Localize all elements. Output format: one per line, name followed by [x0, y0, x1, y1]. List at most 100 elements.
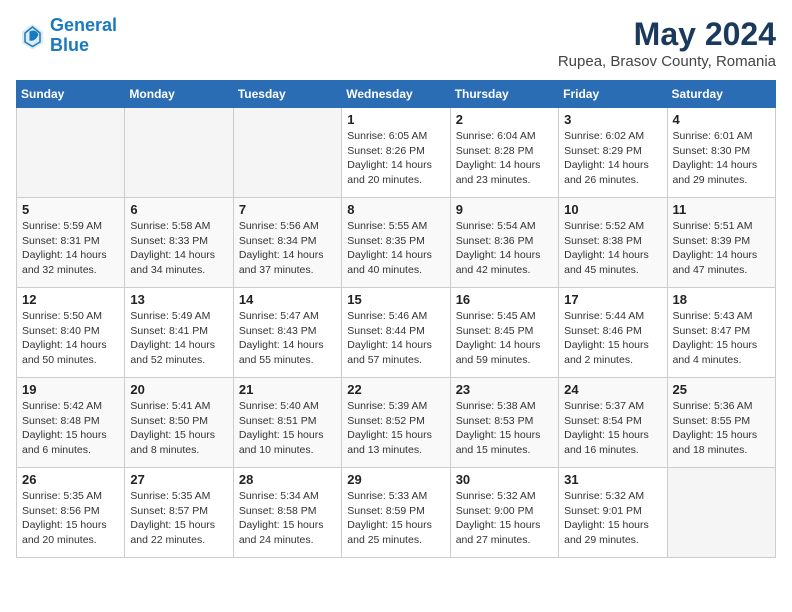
logo-icon	[16, 21, 46, 51]
day-info: Sunrise: 5:43 AM Sunset: 8:47 PM Dayligh…	[673, 309, 770, 368]
week-row-2: 5 Sunrise: 5:59 AM Sunset: 8:31 PM Daylig…	[17, 198, 776, 288]
day-13: 13 Sunrise: 5:49 AM Sunset: 8:41 PM Dayli…	[125, 288, 233, 378]
day-19: 19 Sunrise: 5:42 AM Sunset: 8:48 PM Dayli…	[17, 378, 125, 468]
weekday-header-row: SundayMondayTuesdayWednesdayThursdayFrid…	[17, 81, 776, 108]
day-info: Sunrise: 5:49 AM Sunset: 8:41 PM Dayligh…	[130, 309, 227, 368]
empty-day	[17, 108, 125, 198]
day-18: 18 Sunrise: 5:43 AM Sunset: 8:47 PM Dayli…	[667, 288, 775, 378]
day-number: 17	[564, 292, 661, 307]
day-number: 6	[130, 202, 227, 217]
day-number: 19	[22, 382, 119, 397]
day-4: 4Sunrise: 6:01 AM Sunset: 8:30 PM Daylig…	[667, 108, 775, 198]
day-number: 24	[564, 382, 661, 397]
week-row-1: 1Sunrise: 6:05 AM Sunset: 8:26 PM Daylig…	[17, 108, 776, 198]
day-info: Sunrise: 5:44 AM Sunset: 8:46 PM Dayligh…	[564, 309, 661, 368]
weekday-header-sunday: Sunday	[17, 81, 125, 108]
day-number: 1	[347, 112, 444, 127]
day-number: 4	[673, 112, 770, 127]
day-23: 23 Sunrise: 5:38 AM Sunset: 8:53 PM Dayli…	[450, 378, 558, 468]
calendar: SundayMondayTuesdayWednesdayThursdayFrid…	[16, 80, 776, 558]
day-number: 27	[130, 472, 227, 487]
title-section: May 2024 Rupea, Brasov County, Romania	[558, 16, 776, 70]
location: Rupea, Brasov County, Romania	[558, 53, 776, 70]
day-number: 26	[22, 472, 119, 487]
empty-day	[233, 108, 341, 198]
day-number: 22	[347, 382, 444, 397]
day-5: 5 Sunrise: 5:59 AM Sunset: 8:31 PM Daylig…	[17, 198, 125, 288]
day-number: 21	[239, 382, 336, 397]
day-number: 10	[564, 202, 661, 217]
day-29: 29 Sunrise: 5:33 AM Sunset: 8:59 PM Dayli…	[342, 468, 450, 558]
day-26: 26 Sunrise: 5:35 AM Sunset: 8:56 PM Dayli…	[17, 468, 125, 558]
weekday-header-friday: Friday	[559, 81, 667, 108]
day-info: Sunrise: 5:39 AM Sunset: 8:52 PM Dayligh…	[347, 399, 444, 458]
day-number: 14	[239, 292, 336, 307]
day-info: Sunrise: 6:04 AM Sunset: 8:28 PM Dayligh…	[456, 129, 553, 188]
day-info: Sunrise: 5:36 AM Sunset: 8:55 PM Dayligh…	[673, 399, 770, 458]
day-24: 24Sunrise: 5:37 AM Sunset: 8:54 PM Dayli…	[559, 378, 667, 468]
empty-day	[667, 468, 775, 558]
day-3: 3Sunrise: 6:02 AM Sunset: 8:29 PM Daylig…	[559, 108, 667, 198]
day-number: 18	[673, 292, 770, 307]
day-info: Sunrise: 5:56 AM Sunset: 8:34 PM Dayligh…	[239, 219, 336, 278]
day-number: 13	[130, 292, 227, 307]
weekday-header-saturday: Saturday	[667, 81, 775, 108]
day-25: 25Sunrise: 5:36 AM Sunset: 8:55 PM Dayli…	[667, 378, 775, 468]
day-info: Sunrise: 5:45 AM Sunset: 8:45 PM Dayligh…	[456, 309, 553, 368]
empty-day	[125, 108, 233, 198]
month-year: May 2024	[558, 16, 776, 53]
day-info: Sunrise: 5:35 AM Sunset: 8:57 PM Dayligh…	[130, 489, 227, 548]
day-27: 27 Sunrise: 5:35 AM Sunset: 8:57 PM Dayli…	[125, 468, 233, 558]
day-number: 2	[456, 112, 553, 127]
day-info: Sunrise: 5:59 AM Sunset: 8:31 PM Dayligh…	[22, 219, 119, 278]
day-info: Sunrise: 5:32 AM Sunset: 9:01 PM Dayligh…	[564, 489, 661, 548]
day-number: 31	[564, 472, 661, 487]
day-20: 20Sunrise: 5:41 AM Sunset: 8:50 PM Dayli…	[125, 378, 233, 468]
day-17: 17 Sunrise: 5:44 AM Sunset: 8:46 PM Dayli…	[559, 288, 667, 378]
day-21: 21 Sunrise: 5:40 AM Sunset: 8:51 PM Dayli…	[233, 378, 341, 468]
day-info: Sunrise: 5:38 AM Sunset: 8:53 PM Dayligh…	[456, 399, 553, 458]
day-number: 9	[456, 202, 553, 217]
weekday-header-wednesday: Wednesday	[342, 81, 450, 108]
day-8: 8Sunrise: 5:55 AM Sunset: 8:35 PM Daylig…	[342, 198, 450, 288]
logo-line1: General	[50, 15, 117, 35]
day-22: 22 Sunrise: 5:39 AM Sunset: 8:52 PM Dayli…	[342, 378, 450, 468]
day-info: Sunrise: 5:50 AM Sunset: 8:40 PM Dayligh…	[22, 309, 119, 368]
day-number: 8	[347, 202, 444, 217]
day-number: 5	[22, 202, 119, 217]
day-1: 1Sunrise: 6:05 AM Sunset: 8:26 PM Daylig…	[342, 108, 450, 198]
day-number: 3	[564, 112, 661, 127]
day-11: 11 Sunrise: 5:51 AM Sunset: 8:39 PM Dayli…	[667, 198, 775, 288]
day-9: 9Sunrise: 5:54 AM Sunset: 8:36 PM Daylig…	[450, 198, 558, 288]
day-info: Sunrise: 5:33 AM Sunset: 8:59 PM Dayligh…	[347, 489, 444, 548]
day-info: Sunrise: 5:35 AM Sunset: 8:56 PM Dayligh…	[22, 489, 119, 548]
weekday-header-monday: Monday	[125, 81, 233, 108]
day-16: 16 Sunrise: 5:45 AM Sunset: 8:45 PM Dayli…	[450, 288, 558, 378]
day-info: Sunrise: 5:40 AM Sunset: 8:51 PM Dayligh…	[239, 399, 336, 458]
day-number: 12	[22, 292, 119, 307]
day-info: Sunrise: 5:32 AM Sunset: 9:00 PM Dayligh…	[456, 489, 553, 548]
day-31: 31 Sunrise: 5:32 AM Sunset: 9:01 PM Dayli…	[559, 468, 667, 558]
day-info: Sunrise: 5:41 AM Sunset: 8:50 PM Dayligh…	[130, 399, 227, 458]
weekday-header-thursday: Thursday	[450, 81, 558, 108]
day-number: 16	[456, 292, 553, 307]
day-info: Sunrise: 5:47 AM Sunset: 8:43 PM Dayligh…	[239, 309, 336, 368]
day-number: 29	[347, 472, 444, 487]
week-row-4: 19 Sunrise: 5:42 AM Sunset: 8:48 PM Dayli…	[17, 378, 776, 468]
day-number: 11	[673, 202, 770, 217]
day-15: 15 Sunrise: 5:46 AM Sunset: 8:44 PM Dayli…	[342, 288, 450, 378]
day-info: Sunrise: 5:51 AM Sunset: 8:39 PM Dayligh…	[673, 219, 770, 278]
day-6: 6Sunrise: 5:58 AM Sunset: 8:33 PM Daylig…	[125, 198, 233, 288]
day-number: 15	[347, 292, 444, 307]
logo-line2: Blue	[50, 35, 89, 55]
day-info: Sunrise: 5:42 AM Sunset: 8:48 PM Dayligh…	[22, 399, 119, 458]
day-info: Sunrise: 5:34 AM Sunset: 8:58 PM Dayligh…	[239, 489, 336, 548]
week-row-5: 26 Sunrise: 5:35 AM Sunset: 8:56 PM Dayli…	[17, 468, 776, 558]
day-number: 7	[239, 202, 336, 217]
logo: General Blue	[16, 16, 117, 56]
day-12: 12 Sunrise: 5:50 AM Sunset: 8:40 PM Dayli…	[17, 288, 125, 378]
day-info: Sunrise: 5:46 AM Sunset: 8:44 PM Dayligh…	[347, 309, 444, 368]
day-number: 23	[456, 382, 553, 397]
day-28: 28 Sunrise: 5:34 AM Sunset: 8:58 PM Dayli…	[233, 468, 341, 558]
day-number: 28	[239, 472, 336, 487]
